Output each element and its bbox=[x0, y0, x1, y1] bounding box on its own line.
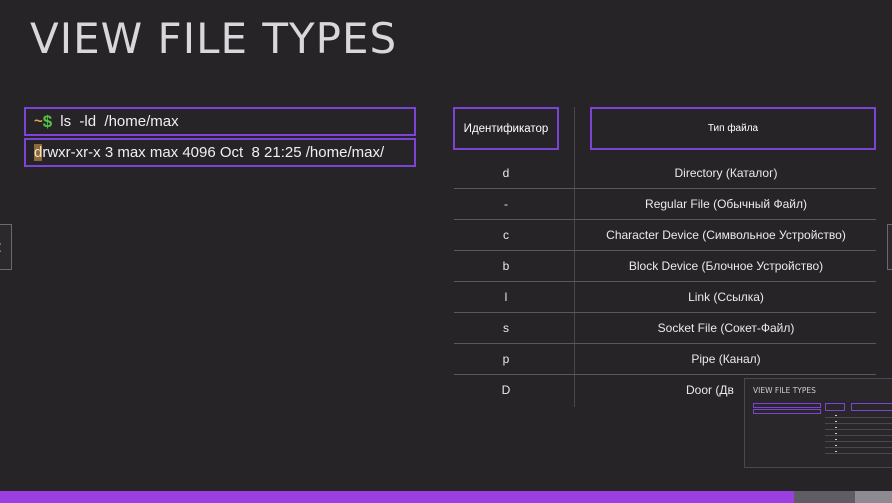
preview-row-line bbox=[825, 441, 892, 442]
preview-header-id bbox=[825, 403, 845, 411]
preview-terminal-command bbox=[753, 403, 821, 408]
table-row: d Directory (Каталог) bbox=[454, 158, 876, 189]
preview-dot bbox=[835, 439, 837, 440]
preview-row-line bbox=[825, 417, 892, 418]
preview-dot bbox=[835, 415, 837, 416]
preview-dot bbox=[835, 451, 837, 452]
row-identifier: D bbox=[501, 383, 511, 397]
prev-slide-button[interactable]: ‹ bbox=[0, 224, 12, 270]
terminal-cursor: d bbox=[34, 144, 43, 161]
row-file-type: Link (Ссылка) bbox=[688, 290, 764, 304]
row-file-type: Pipe (Канал) bbox=[691, 352, 761, 366]
progress-remaining bbox=[794, 491, 855, 503]
table-row: c Character Device (Символьное Устройств… bbox=[454, 220, 876, 251]
row-identifier: c bbox=[503, 228, 509, 242]
row-file-type: Character Device (Символьное Устройство) bbox=[606, 228, 846, 242]
row-file-type: Door (Дв bbox=[686, 383, 734, 397]
row-file-type: Directory (Каталог) bbox=[674, 166, 778, 180]
preview-row-line bbox=[825, 423, 892, 424]
slide-title: VIEW FILE TYPES bbox=[30, 14, 398, 63]
slide-progress-bar[interactable] bbox=[0, 491, 892, 503]
chevron-left-icon: ‹ bbox=[0, 237, 2, 257]
table-header-identifier: Идентификатор bbox=[453, 107, 559, 150]
table-row: - Regular File (Обычный Файл) bbox=[454, 189, 876, 220]
preview-terminal-output bbox=[753, 409, 821, 414]
table-row: p Pipe (Канал) bbox=[454, 344, 876, 375]
row-identifier: d bbox=[502, 166, 510, 180]
prompt-dollar: $ bbox=[42, 111, 53, 131]
preview-dot bbox=[835, 433, 837, 434]
preview-row-line bbox=[825, 447, 892, 448]
preview-title: VIEW FILE TYPES bbox=[753, 386, 816, 395]
prompt-tilde: ~ bbox=[34, 113, 43, 130]
preview-dot bbox=[835, 421, 837, 422]
row-identifier: l bbox=[504, 290, 508, 304]
preview-header-type bbox=[851, 403, 892, 411]
row-identifier: p bbox=[502, 352, 510, 366]
table-row: s Socket File (Сокет-Файл) bbox=[454, 313, 876, 344]
terminal-output-box: d rwxr-xr-x 3 max max 4096 Oct 8 21:25 /… bbox=[24, 138, 416, 167]
progress-end-segment bbox=[855, 491, 892, 503]
table-row: l Link (Ссылка) bbox=[454, 282, 876, 313]
slide-preview-thumbnail[interactable]: VIEW FILE TYPES bbox=[744, 378, 892, 468]
next-slide-button[interactable] bbox=[887, 224, 892, 270]
row-file-type: Socket File (Сокет-Файл) bbox=[657, 321, 795, 335]
row-file-type: Block Device (Блочное Устройство) bbox=[628, 259, 824, 273]
row-identifier: - bbox=[504, 197, 508, 211]
row-file-type: Regular File (Обычный Файл) bbox=[645, 197, 807, 211]
row-identifier: b bbox=[502, 259, 510, 273]
preview-row-line bbox=[825, 435, 892, 436]
terminal-command: ls -ld /home/max bbox=[60, 113, 179, 130]
terminal-output: rwxr-xr-x 3 max max 4096 Oct 8 21:25 /ho… bbox=[42, 144, 385, 161]
row-identifier: s bbox=[503, 321, 509, 335]
table-row: b Block Device (Блочное Устройство) bbox=[454, 251, 876, 282]
table-header-file-type: Тип файла bbox=[590, 107, 876, 150]
preview-row-line bbox=[825, 429, 892, 430]
preview-dot bbox=[835, 427, 837, 428]
preview-dot bbox=[835, 445, 837, 446]
preview-row-line bbox=[825, 453, 892, 454]
terminal-command-box: ~ $ ls -ld /home/max bbox=[24, 107, 416, 136]
